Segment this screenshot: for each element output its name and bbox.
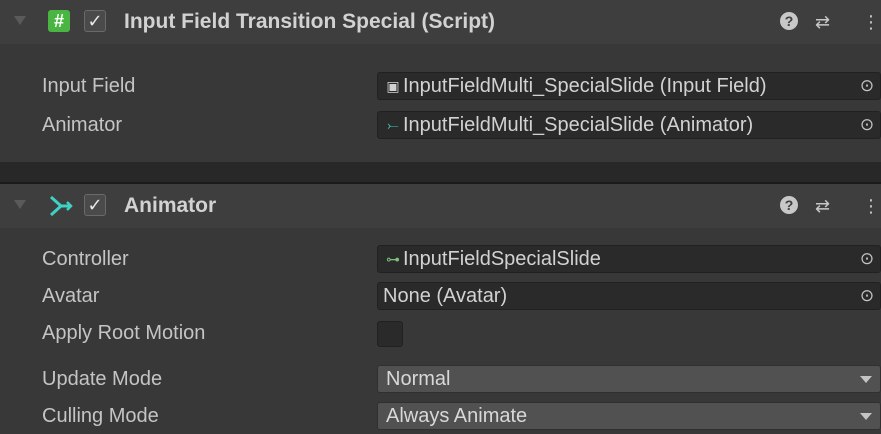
- object-picker-icon[interactable]: ⊙: [854, 73, 880, 99]
- property-row-avatar: Avatar None (Avatar) ⊙: [0, 280, 881, 312]
- object-picker-icon[interactable]: ⊙: [854, 112, 880, 138]
- object-field-value: InputFieldSpecialSlide: [403, 248, 601, 270]
- property-label: Culling Mode: [42, 405, 159, 427]
- component-title: Input Field Transition Special (Script): [124, 10, 496, 33]
- property-label: Controller: [42, 248, 129, 270]
- object-picker-icon[interactable]: ⊙: [854, 246, 880, 272]
- script-enable-checkbox[interactable]: ✓: [84, 10, 106, 32]
- property-row-animator: Animator ⤚ InputFieldMulti_SpecialSlide (…: [0, 109, 881, 141]
- foldout-arrow-icon[interactable]: [14, 200, 26, 209]
- object-field-animator[interactable]: ⤚ InputFieldMulti_SpecialSlide (Animator)…: [377, 111, 881, 139]
- presets-icon[interactable]: ⇄: [815, 184, 830, 228]
- script-component-panel: # ✓ Input Field Transition Special (Scri…: [0, 0, 881, 162]
- dropdown-value: Normal: [386, 368, 451, 390]
- property-label: Avatar: [42, 285, 100, 307]
- kebab-menu-icon[interactable]: ⋮: [862, 184, 880, 228]
- presets-icon[interactable]: ⇄: [815, 0, 830, 44]
- input-field-icon: ▣: [386, 78, 400, 94]
- object-field-controller[interactable]: ⊶ InputFieldSpecialSlide ⊙: [377, 245, 881, 273]
- component-title: Animator: [124, 194, 217, 217]
- update-mode-dropdown[interactable]: Normal: [377, 365, 881, 393]
- property-label: Animator: [42, 114, 123, 136]
- object-picker-icon[interactable]: ⊙: [854, 283, 880, 309]
- animator-icon: ⤚: [387, 117, 399, 133]
- property-label: Input Field: [42, 75, 136, 97]
- property-row-culling-mode: Culling Mode Always Animate: [0, 400, 881, 432]
- object-field-value: InputFieldMulti_SpecialSlide (Input Fiel…: [403, 75, 767, 97]
- property-label: Apply Root Motion: [42, 322, 206, 344]
- component-separator: [0, 162, 881, 184]
- dropdown-value: Always Animate: [386, 405, 528, 427]
- animator-component-panel: ✓ Animator ? ⇄ ⋮ Controller ⊶ InputFieldS…: [0, 184, 881, 434]
- chevron-down-icon: [860, 376, 872, 383]
- apply-root-motion-checkbox[interactable]: [377, 321, 403, 347]
- help-icon[interactable]: ?: [780, 12, 798, 30]
- object-field-value: None (Avatar): [383, 285, 508, 307]
- property-label: Update Mode: [42, 368, 163, 390]
- animator-component-header[interactable]: ✓ Animator ? ⇄ ⋮: [0, 184, 881, 228]
- culling-mode-dropdown[interactable]: Always Animate: [377, 402, 881, 430]
- kebab-menu-icon[interactable]: ⋮: [862, 0, 880, 44]
- animator-controller-icon: ⊶: [386, 251, 400, 267]
- object-field-input-field[interactable]: ▣ InputFieldMulti_SpecialSlide (Input Fie…: [377, 72, 881, 100]
- property-row-update-mode: Update Mode Normal: [0, 363, 881, 395]
- help-icon[interactable]: ?: [780, 196, 798, 214]
- foldout-arrow-icon[interactable]: [14, 16, 26, 25]
- object-field-value: InputFieldMulti_SpecialSlide (Animator): [403, 114, 754, 136]
- object-field-avatar[interactable]: None (Avatar) ⊙: [377, 282, 881, 310]
- property-row-controller: Controller ⊶ InputFieldSpecialSlide ⊙: [0, 243, 881, 275]
- animator-icon: [49, 195, 73, 217]
- animator-enable-checkbox[interactable]: ✓: [84, 194, 106, 216]
- script-icon: #: [48, 10, 70, 32]
- property-row-input-field: Input Field ▣ InputFieldMulti_SpecialSlid…: [0, 70, 881, 102]
- chevron-down-icon: [860, 413, 872, 420]
- script-component-header[interactable]: # ✓ Input Field Transition Special (Scri…: [0, 0, 881, 44]
- property-row-apply-root-motion: Apply Root Motion: [0, 317, 881, 349]
